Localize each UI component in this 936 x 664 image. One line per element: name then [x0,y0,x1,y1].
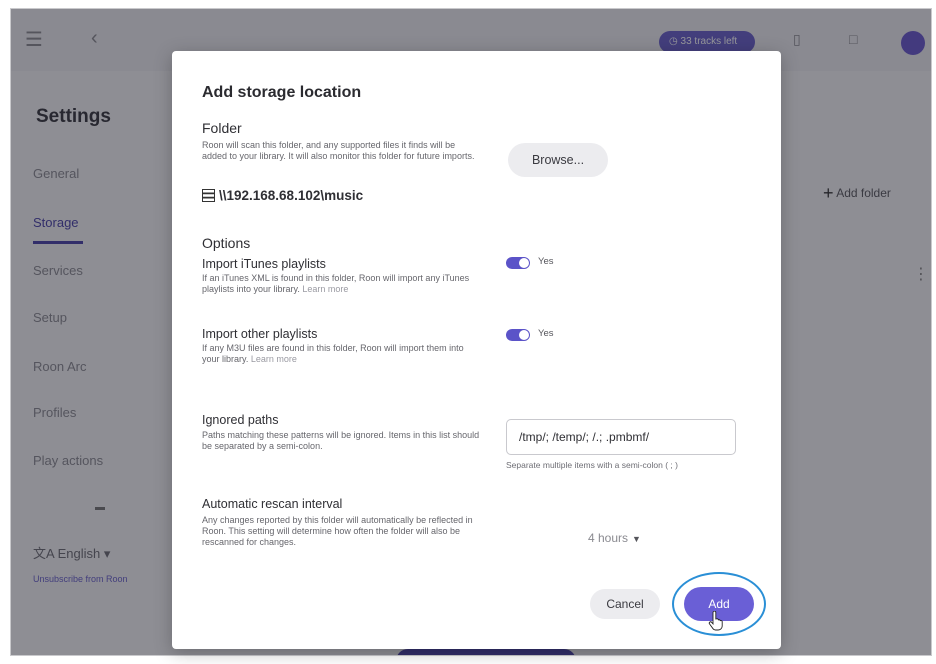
cancel-button[interactable]: Cancel [590,589,660,619]
hand-pointer-icon [708,611,723,631]
server-icon [202,189,215,202]
learn-more-link[interactable]: Learn more [251,354,297,364]
rescan-title: Automatic rescan interval [202,497,343,511]
import-itunes-toggle-label: Yes [538,256,554,267]
import-other-title: Import other playlists [202,327,318,341]
import-other-toggle[interactable] [506,329,530,341]
import-other-description: If any M3U files are found in this folde… [202,343,464,364]
folder-description: Roon will scan this folder, and any supp… [202,140,475,161]
ignored-paths-hint: Separate multiple items with a semi-colo… [506,460,678,470]
import-itunes-description: If an iTunes XML is found in this folder… [202,273,470,294]
import-other-toggle-label: Yes [538,328,554,339]
folder-heading: Folder [202,120,242,136]
folder-path: \\192.168.68.102\music [202,188,363,203]
dialog-title: Add storage location [202,84,362,101]
import-itunes-toggle[interactable] [506,257,530,269]
caret-down-icon: ▼ [632,534,641,544]
add-storage-dialog: Add storage location Folder Roon will sc… [172,51,781,649]
rescan-interval-dropdown[interactable]: 4 hours ▼ [588,531,641,545]
import-itunes-title: Import iTunes playlists [202,257,326,271]
browse-button[interactable]: Browse... [508,143,608,177]
learn-more-link[interactable]: Learn more [302,284,348,294]
ignored-paths-description: Paths matching these patterns will be ig… [202,430,480,451]
options-heading: Options [202,235,251,251]
rescan-description: Any changes reported by this folder will… [202,515,473,547]
ignored-paths-input[interactable] [506,419,736,455]
ignored-paths-title: Ignored paths [202,413,279,427]
